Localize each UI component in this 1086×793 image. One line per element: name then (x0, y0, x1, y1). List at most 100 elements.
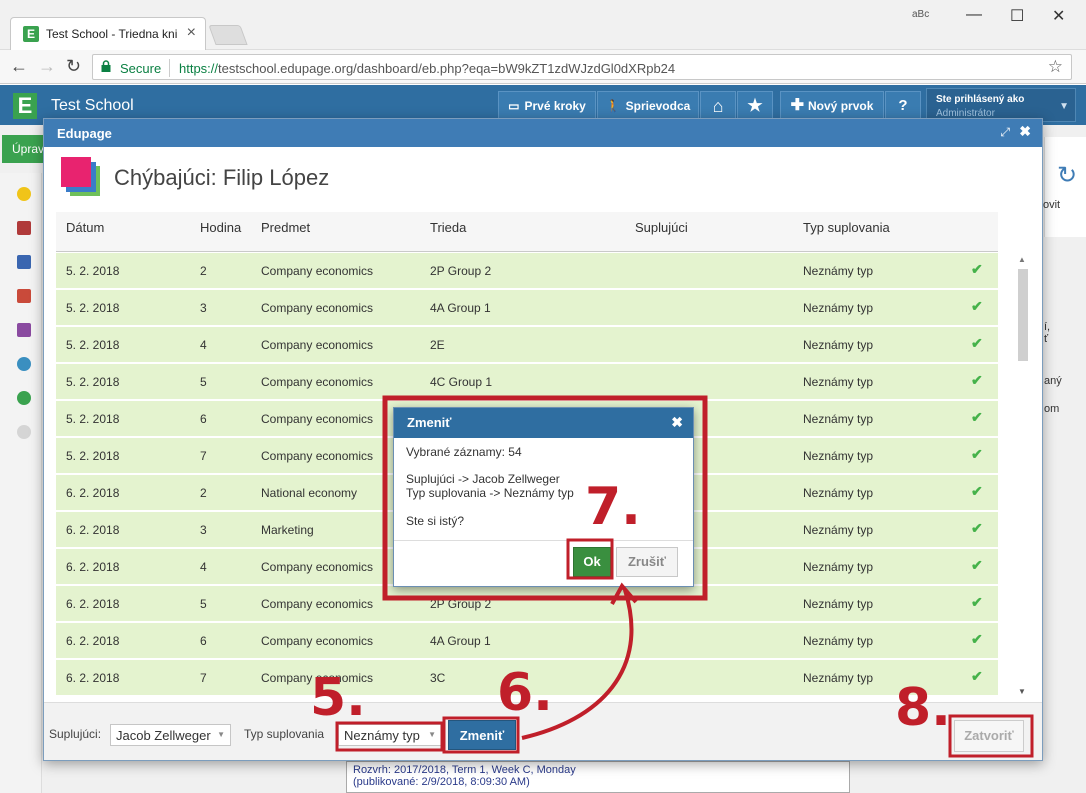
scroll-down-icon[interactable]: ▼ (1018, 687, 1026, 696)
cell-sub-type: Neznámy typ (803, 375, 874, 389)
cell-date: 5. 2. 2018 (66, 449, 120, 463)
back-icon[interactable]: ← (10, 56, 28, 77)
cell-date: 5. 2. 2018 (66, 264, 120, 278)
book-icon[interactable] (17, 255, 31, 269)
col-substitute[interactable]: Suplujúci (635, 220, 688, 235)
cell-subject: Company economics (261, 375, 374, 389)
table-row[interactable]: 6. 2. 2018 6 Company economics 4A Group 1 Ne… (56, 623, 998, 659)
scroll-up-icon[interactable]: ▲ (1018, 255, 1026, 264)
col-class[interactable]: Trieda (430, 220, 466, 235)
home-button[interactable]: ⌂ (700, 91, 736, 121)
chevron-down-icon: ▼ (217, 730, 225, 739)
table-row[interactable]: 5. 2. 2018 2 Company economics 2P Group 2 Ne… (56, 253, 998, 289)
dialog-titlebar[interactable]: Edupage ⤢ ✖ (44, 119, 1042, 147)
cell-class: 4C Group 1 (430, 375, 493, 389)
confirm-footer: Ok Zrušiť (394, 540, 693, 586)
table-row[interactable]: 5. 2. 2018 5 Company economics 4C Group 1 Ne… (56, 364, 998, 400)
document-icon[interactable] (17, 289, 31, 303)
desk-icon[interactable] (17, 323, 31, 337)
expand-icon[interactable]: ⤢ (1000, 125, 1010, 140)
check-icon: ✔ (971, 557, 983, 573)
cell-class: 3C (430, 671, 446, 685)
maximize-icon[interactable]: ☐ (1010, 6, 1024, 26)
school-title[interactable]: Test School (51, 97, 134, 115)
cell-hour: 7 (200, 449, 207, 463)
table-row[interactable]: 5. 2. 2018 3 Company economics 4A Group 1 Ne… (56, 290, 998, 326)
col-subject[interactable]: Predmet (261, 220, 310, 235)
close-icon[interactable]: ✖ (671, 414, 683, 431)
confirm-question: Ste si istý? (406, 514, 465, 528)
star-icon: ★ (747, 96, 763, 115)
user-menu[interactable]: Ste prihlásený ako Administrátor ▼ (926, 88, 1076, 122)
check-icon: ✔ (971, 409, 983, 425)
cell-hour: 4 (200, 560, 207, 574)
substitute-select[interactable]: Jacob Zellweger ▼ (110, 724, 231, 746)
close-button[interactable]: Zatvoriť (954, 720, 1024, 752)
extension-abc-label[interactable]: aBc (912, 9, 929, 20)
school-icon[interactable] (17, 221, 31, 235)
star-icon[interactable] (17, 187, 31, 201)
check-icon: ✔ (971, 298, 983, 314)
cell-hour: 6 (200, 412, 207, 426)
bookmark-star-icon[interactable]: ☆ (1048, 57, 1063, 77)
table-row[interactable]: 5. 2. 2018 4 Company economics 2E Neznámy ty… (56, 327, 998, 363)
table-header: Dátum Hodina Predmet Trieda Suplujúci Ty… (56, 212, 998, 252)
forward-icon[interactable]: → (38, 56, 56, 77)
cell-date: 5. 2. 2018 (66, 338, 120, 352)
cell-hour: 5 (200, 597, 207, 611)
edupage-logo-icon[interactable]: E (13, 93, 37, 119)
address-bar[interactable]: Secure https://testschool.edupage.org/da… (92, 54, 1072, 80)
people-icon[interactable] (17, 391, 31, 405)
tab-close-icon[interactable]: × (187, 24, 196, 42)
scrollbar-thumb[interactable] (1018, 269, 1028, 361)
bg-snippet: í, (1044, 321, 1051, 333)
minimize-icon[interactable]: — (966, 6, 982, 24)
col-sub-type[interactable]: Typ suplovania (803, 220, 890, 235)
table-row[interactable]: 6. 2. 2018 5 Company economics 2P Group 2 Ne… (56, 586, 998, 622)
browser-tabbar: E Test School - Triedna kni × aBc — ☐ ✕ (0, 0, 1086, 50)
window-close-icon[interactable]: ✕ (1052, 6, 1065, 26)
browser-tab[interactable]: E Test School - Triedna kni × (10, 17, 206, 50)
edit-button[interactable]: Úprav (2, 135, 46, 163)
cell-subject: National economy (261, 486, 358, 500)
col-hour[interactable]: Hodina (200, 220, 241, 235)
refresh-label: ovit (1043, 199, 1061, 211)
new-tab-button[interactable] (208, 25, 248, 45)
new-item-button[interactable]: ✚ Nový prvok (780, 91, 884, 121)
cell-hour: 3 (200, 523, 207, 537)
col-date[interactable]: Dátum (66, 220, 104, 235)
left-sidebar (0, 173, 42, 793)
check-icon: ✔ (971, 483, 983, 499)
cell-hour: 7 (200, 671, 207, 685)
reload-icon[interactable]: ↻ (66, 56, 81, 77)
cell-class: 2P Group 2 (430, 597, 492, 611)
sub-type-label: Typ suplovania (244, 727, 325, 741)
settings-icon[interactable] (17, 425, 31, 439)
ok-button[interactable]: Ok (573, 547, 611, 577)
first-steps-button[interactable]: ▭ Prvé kroky (498, 91, 596, 121)
globe-icon[interactable] (17, 357, 31, 371)
cancel-button[interactable]: Zrušiť (616, 547, 678, 577)
close-icon[interactable]: ✖ (1019, 123, 1031, 140)
cell-subject: Company economics (261, 449, 374, 463)
timetable-note: Rozvrh: 2017/2018, Term 1, Week C, Monda… (346, 761, 850, 793)
cell-date: 5. 2. 2018 (66, 412, 120, 426)
cell-class: 4A Group 1 (430, 301, 491, 315)
change-button[interactable]: Zmeniť (448, 720, 516, 750)
home-icon: ⌂ (712, 96, 724, 116)
favorites-button[interactable]: ★ (737, 91, 773, 121)
lock-icon (101, 60, 111, 72)
cell-subject: Company economics (261, 338, 374, 352)
help-button[interactable]: ? (885, 91, 921, 121)
url-text[interactable]: https://testschool.edupage.org/dashboard… (179, 61, 675, 76)
cell-sub-type: Neznámy typ (803, 597, 874, 611)
refresh-icon[interactable]: ↻ (1057, 161, 1077, 190)
absent-person-icon (61, 157, 100, 196)
guide-button[interactable]: 🚶 Sprievodca (597, 91, 699, 121)
absent-title: Chýbajúci: Filip López (114, 165, 330, 190)
confirm-title: Zmeniť (407, 415, 452, 430)
user-label: Ste prihlásený ako (936, 94, 1025, 105)
cell-hour: 5 (200, 375, 207, 389)
confirm-titlebar[interactable]: Zmeniť ✖ (394, 408, 693, 438)
step6-label: 6. (497, 663, 553, 723)
